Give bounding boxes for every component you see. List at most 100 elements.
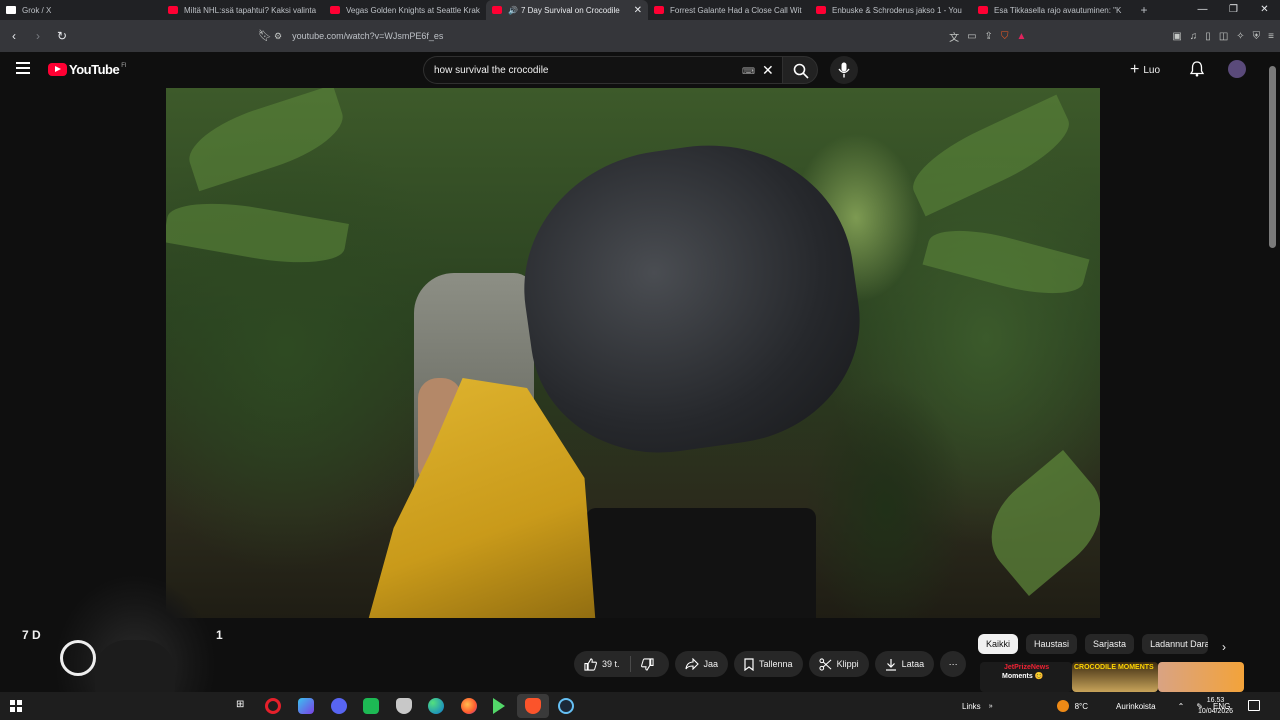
back-icon[interactable]: ‹ (4, 29, 24, 43)
weather-sun-icon[interactable] (1056, 700, 1069, 712)
brave-icon[interactable] (525, 698, 541, 714)
clip-button[interactable]: Klippi (808, 651, 869, 677)
speaker-icon[interactable]: 🔊 (508, 6, 518, 15)
tray-expand-icon[interactable]: ⌃ (1178, 702, 1185, 711)
recommended-thumbnail[interactable]: CROCODILE MOMENTS (1072, 662, 1158, 692)
youtube-icon (168, 6, 178, 14)
chat-app-icon[interactable] (363, 698, 379, 714)
youtube-play-icon (48, 63, 67, 76)
opera-icon[interactable] (265, 698, 281, 714)
recommended-thumbnail[interactable]: JetPrizeNews Moments 😊 (980, 662, 1072, 692)
translate-icon[interactable]: 文 (949, 29, 959, 44)
steam-icon[interactable] (558, 698, 574, 714)
app-icon[interactable] (298, 698, 314, 714)
brave-shield-icon[interactable]: ⛉ (1001, 31, 1009, 42)
youtube-icon (816, 6, 826, 14)
screenshot-icon[interactable]: ◫ (1219, 31, 1228, 42)
video-frame-foliage (166, 192, 349, 274)
firefox-icon[interactable] (461, 698, 477, 714)
voice-search-button[interactable] (830, 56, 858, 84)
dislike-button[interactable] (631, 651, 669, 677)
browser-tab[interactable]: Enbuske & Schroderus jakso 1 - You (810, 0, 972, 20)
cast-icon[interactable]: ▭ (967, 31, 976, 42)
share-page-icon[interactable]: ⇪ (985, 31, 993, 42)
forward-icon[interactable]: › (28, 29, 48, 43)
video-player[interactable] (166, 88, 1100, 618)
video-frame-backpack (506, 126, 876, 470)
browser-tab[interactable]: Grok / X (0, 0, 162, 20)
download-button[interactable]: Lataa (874, 651, 935, 677)
recommended-thumbnail[interactable] (1158, 662, 1244, 692)
region-code: FI (121, 62, 127, 69)
notifications-bell-icon[interactable] (1189, 61, 1205, 77)
shield-app-icon[interactable] (396, 698, 412, 714)
clear-search-icon[interactable]: ✕ (762, 62, 774, 79)
discord-icon[interactable] (331, 698, 347, 714)
create-label: Luo (1143, 64, 1161, 76)
windows-start-icon[interactable] (10, 700, 22, 712)
weather-text: Aurinkoista (1116, 701, 1156, 711)
share-button[interactable]: Jaa (674, 651, 729, 677)
more-actions-button[interactable]: ⋯ (940, 651, 967, 677)
thumbnail-text: JetPrizeNews (1004, 664, 1050, 671)
browser-tab-active[interactable]: 🔊 7 Day Survival on Crocodile ✕ (486, 0, 648, 20)
chip-related[interactable]: Haustasi (1026, 634, 1078, 654)
save-label: Tallenna (759, 659, 793, 669)
leo-ai-icon[interactable]: ✧ (1236, 31, 1244, 42)
bookmark-icon[interactable]: 🔖︎ (258, 29, 272, 42)
page-scrollbar[interactable] (1266, 52, 1280, 692)
video-actions: 39 t. Jaa Tallenna Klippi Lataa ⋯ (574, 651, 967, 677)
task-view-icon[interactable]: ⊞ (236, 699, 244, 710)
hamburger-menu-icon[interactable] (16, 62, 30, 76)
temperature: 8°C (1074, 701, 1089, 711)
site-info-icon[interactable]: ⚙︎ (274, 31, 282, 42)
brave-rewards-icon[interactable]: ▲ (1016, 31, 1026, 42)
music-icon[interactable]: ♫ (1190, 31, 1198, 42)
system-clock[interactable]: 16.53 10/04/2026 (1198, 695, 1233, 717)
chevron-right-icon[interactable]: › (1222, 640, 1226, 654)
links-toolbar[interactable]: Links (962, 702, 981, 711)
wallet-icon[interactable]: ▣ (1172, 31, 1181, 42)
scrollbar-thumb[interactable] (1269, 66, 1276, 248)
toolbar-extensions: 文 ▭ ⇪ ⛉ ▲ ▣ ♫ ▯ ◫ ✧ ⛨ ≡ (949, 20, 1274, 52)
browser-tab[interactable]: Miltä NHL:ssä tapahtui? Kaksi valinta (162, 0, 324, 20)
create-button[interactable]: + Luo (1130, 60, 1160, 80)
notifications-icon[interactable] (1248, 700, 1260, 711)
avatar[interactable] (1228, 60, 1246, 78)
browser-tab-strip: Grok / X Miltä NHL:ssä tapahtui? Kaksi v… (0, 0, 1280, 20)
youtube-logo[interactable]: YouTube FI (48, 62, 127, 77)
browser-menu-icon[interactable]: ≡ (1268, 31, 1274, 42)
microphone-icon (838, 62, 850, 78)
like-count: 39 t. (602, 659, 620, 669)
youtube-icon (978, 6, 988, 14)
maximize-button[interactable]: ❐ (1218, 0, 1249, 20)
minimize-button[interactable]: — (1187, 0, 1218, 20)
search-input[interactable]: how survival the crocodile (423, 56, 783, 84)
new-tab-button[interactable]: + (1134, 3, 1154, 17)
address-bar[interactable]: ⚙︎ youtube.com/watch?v=WJsmPE6f_es (274, 25, 1000, 47)
chip-series[interactable]: Sarjasta (1085, 634, 1135, 654)
chevron-icon[interactable]: » (989, 703, 993, 710)
vpn-icon[interactable]: ⛨ (1253, 31, 1261, 42)
like-button[interactable]: 39 t. (574, 651, 630, 677)
browser-tab[interactable]: Esa Tikkasella rajo avautuminen: "K (972, 0, 1134, 20)
save-button[interactable]: Tallenna (734, 651, 803, 677)
chip-all[interactable]: Kaikki (978, 634, 1019, 654)
sidebar-icon[interactable]: ▯ (1205, 31, 1211, 42)
clock-date: 10/04/2026 (1198, 708, 1234, 715)
close-tab-icon[interactable]: ✕ (634, 5, 642, 16)
youtube-icon (492, 6, 502, 14)
search-button[interactable] (782, 56, 818, 84)
reload-icon[interactable]: ↻ (52, 29, 72, 43)
browser-tab[interactable]: Forrest Galante Had a Close Call Wit (648, 0, 810, 20)
clip-label: Klippi (836, 659, 859, 669)
keyboard-icon[interactable]: ⌨ (742, 66, 755, 77)
headset-icon (60, 640, 96, 676)
edge-icon[interactable] (428, 698, 444, 714)
close-window-button[interactable]: ✕ (1249, 0, 1280, 20)
media-player-icon[interactable] (493, 698, 505, 714)
browser-tab[interactable]: Vegas Golden Knights at Seattle Krak (324, 0, 486, 20)
chip-uploader[interactable]: Ladannut Dara (1142, 634, 1209, 654)
video-title: 7 D (22, 628, 41, 642)
search-query: how survival the crocodile (434, 64, 549, 76)
